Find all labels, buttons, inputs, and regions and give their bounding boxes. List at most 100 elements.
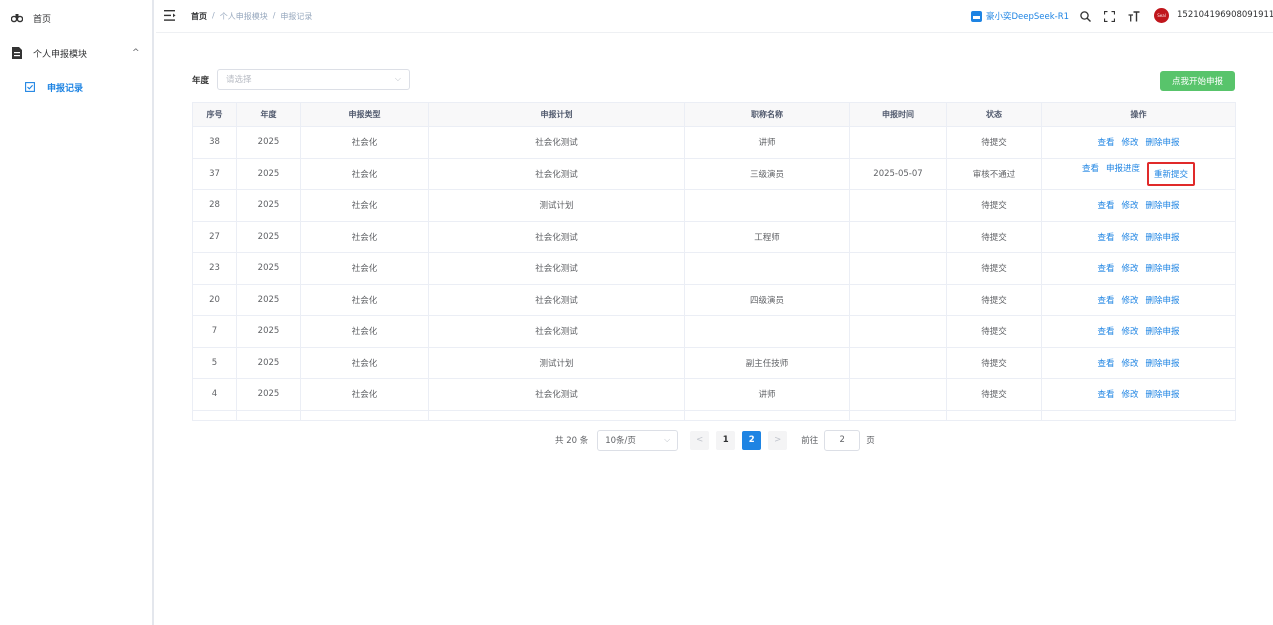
action-link[interactable]: 重新提交	[1147, 161, 1196, 186]
cell-actions: 查看 修改 删除申报	[1041, 126, 1236, 159]
action-link[interactable]: 查看	[1082, 162, 1099, 186]
cell-time	[849, 252, 947, 285]
cell-actions: 查看 修改 删除申报	[1041, 252, 1236, 285]
cell-year: 2025	[236, 157, 301, 190]
cell-id: 23	[192, 252, 237, 285]
cell-type: 社会化	[300, 220, 429, 253]
row-actions: 查看 修改 删除申报	[1097, 325, 1179, 337]
font-size-icon[interactable]	[1127, 9, 1141, 23]
action-link[interactable]: 修改	[1121, 199, 1138, 211]
table-row: 5 2025 社会化 测试计划 副主任技师 待提交 查看 修改 删除申报	[192, 346, 1236, 379]
action-link[interactable]: 查看	[1097, 357, 1114, 369]
prev-page-button[interactable]: <	[690, 430, 710, 450]
cell-type: 社会化	[300, 315, 429, 348]
action-link[interactable]: 查看	[1097, 136, 1114, 148]
action-link[interactable]: 删除申报	[1146, 199, 1180, 211]
page-button-2[interactable]: 2	[742, 430, 762, 450]
cell-time: 2025-05-07	[849, 157, 947, 190]
year-select[interactable]: ⌵	[217, 69, 410, 90]
year-select-input[interactable]	[218, 70, 378, 89]
action-link[interactable]: 修改	[1121, 388, 1138, 400]
search-icon[interactable]	[1078, 9, 1092, 23]
cell-status: 待提交	[946, 252, 1042, 285]
cell-actions: 查看 修改 删除申报	[1041, 378, 1236, 411]
empty-cell	[849, 409, 947, 421]
action-link[interactable]: 查看	[1097, 262, 1114, 274]
cell-id: 38	[192, 126, 237, 159]
action-link[interactable]: 修改	[1121, 136, 1138, 148]
action-link[interactable]: 查看	[1097, 325, 1114, 337]
sidebar-item-home[interactable]: 首页	[0, 1, 152, 35]
menu-toggle-icon[interactable]	[164, 10, 176, 21]
action-link[interactable]: 查看	[1097, 388, 1114, 400]
action-link[interactable]: 删除申报	[1146, 388, 1180, 400]
cell-type: 社会化	[300, 346, 429, 379]
table-row: 7 2025 社会化 社会化测试 待提交 查看 修改 删除申报	[192, 315, 1236, 348]
action-link[interactable]: 删除申报	[1146, 357, 1180, 369]
cell-year: 2025	[236, 283, 301, 316]
breadcrumb: 首页 / 个人申报模块 / 申报记录	[191, 11, 312, 22]
table-row: 27 2025 社会化 社会化测试 工程师 待提交 查看 修改 删除申报	[192, 220, 1236, 253]
goto-page-input[interactable]	[824, 429, 861, 451]
breadcrumb-home[interactable]: 首页	[191, 11, 207, 22]
action-link[interactable]: 删除申报	[1146, 294, 1180, 306]
records-table: 序号 年度 申报类型 申报计划 职称名称 申报时间 状态 操作 38 2025 社会…	[192, 102, 1236, 421]
cell-plan: 社会化测试	[428, 126, 685, 159]
cell-plan: 社会化测试	[428, 315, 685, 348]
assistant-icon	[971, 10, 982, 22]
cell-status: 待提交	[946, 346, 1042, 379]
column-header: 职称名称	[684, 102, 850, 127]
page-button-1[interactable]: 1	[716, 430, 736, 450]
action-link[interactable]: 删除申报	[1146, 262, 1180, 274]
cell-type: 社会化	[300, 126, 429, 159]
fullscreen-icon[interactable]	[1102, 9, 1116, 23]
action-link[interactable]: 删除申报	[1146, 231, 1180, 243]
action-link[interactable]: 删除申报	[1146, 325, 1180, 337]
cell-year: 2025	[236, 126, 301, 159]
cell-plan: 社会化测试	[428, 157, 685, 190]
empty-cell	[236, 409, 301, 421]
page-size-select[interactable]: 10条/页 ⌵	[597, 429, 679, 451]
cell-title: 四级演员	[684, 283, 850, 316]
avatar[interactable]: Seal	[1154, 8, 1169, 23]
cell-id: 37	[192, 157, 237, 190]
breadcrumb-module[interactable]: 个人申报模块	[220, 11, 268, 22]
sidebar-item-label: 申报记录	[47, 83, 84, 94]
action-link[interactable]: 删除申报	[1146, 136, 1180, 148]
empty-cell	[1041, 409, 1236, 421]
user-id[interactable]: 152104196908091911	[1177, 10, 1273, 20]
breadcrumb-separator: /	[272, 11, 276, 20]
action-link[interactable]: 修改	[1121, 262, 1138, 274]
action-link[interactable]: 查看	[1097, 199, 1114, 211]
action-link[interactable]: 修改	[1121, 294, 1138, 306]
action-link[interactable]: 查看	[1097, 231, 1114, 243]
deepseek-assistant-link[interactable]: 豪小奕DeepSeek-R1	[971, 10, 1091, 22]
sidebar-item-personal-module[interactable]: 个人申报模块 ^	[0, 36, 152, 70]
next-page-button[interactable]: >	[768, 430, 788, 450]
action-link[interactable]: 查看	[1097, 294, 1114, 306]
chevron-down-icon: ⌵	[664, 434, 671, 444]
cell-year: 2025	[236, 315, 301, 348]
empty-cell	[192, 409, 237, 421]
cell-type: 社会化	[300, 189, 429, 222]
start-application-button[interactable]: 点我开始申报	[1160, 71, 1235, 91]
cell-time	[849, 315, 947, 348]
cell-year: 2025	[236, 252, 301, 285]
breadcrumb-separator: /	[212, 11, 215, 20]
action-link[interactable]: 修改	[1121, 325, 1138, 337]
column-header: 申报类型	[300, 102, 429, 127]
action-link[interactable]: 修改	[1121, 357, 1138, 369]
cell-title	[684, 189, 850, 222]
goto-label: 前往	[801, 436, 819, 446]
cell-title: 三级演员	[684, 157, 850, 190]
sidebar-item-records[interactable]: 申报记录	[0, 70, 152, 104]
cell-year: 2025	[236, 189, 301, 222]
table-header-row: 序号 年度 申报类型 申报计划 职称名称 申报时间 状态 操作	[192, 102, 1236, 127]
action-link[interactable]: 修改	[1121, 231, 1138, 243]
column-header: 操作	[1041, 102, 1236, 127]
sidebar: 首页 个人申报模块 ^ 申报记录	[0, 0, 154, 625]
row-actions: 查看 修改 删除申报	[1097, 357, 1179, 369]
cell-plan: 社会化测试	[428, 220, 685, 253]
action-link[interactable]: 申报进度	[1106, 162, 1140, 186]
cell-title	[684, 315, 850, 348]
